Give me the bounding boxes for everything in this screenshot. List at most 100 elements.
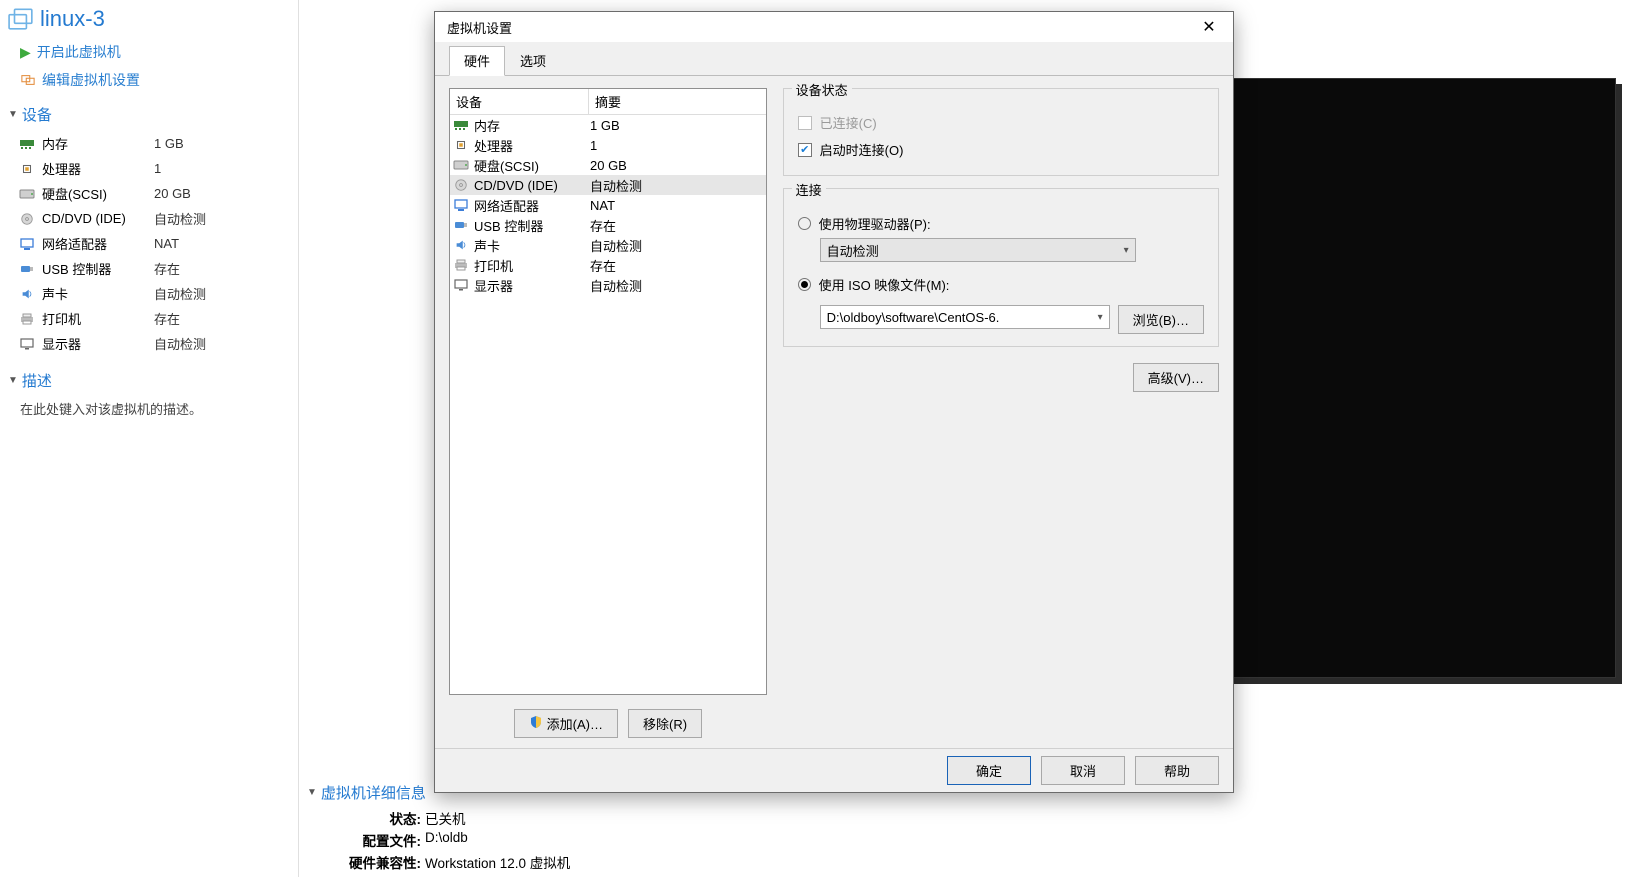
device-name: 硬盘(SCSI): [42, 184, 154, 203]
iso-path-combo[interactable]: D:\oldboy\software\CentOS-6. ▾: [820, 305, 1110, 329]
edit-settings-label: 编辑虚拟机设置: [42, 70, 140, 90]
device-value: 存在: [154, 259, 180, 278]
table-row-usb[interactable]: USB 控制器存在: [450, 215, 766, 235]
device-row-sound[interactable]: 声卡自动检测: [18, 281, 298, 306]
iso-file-radio-row[interactable]: 使用 ISO 映像文件(M):: [798, 270, 1204, 299]
advanced-row: 高级(V)…: [783, 359, 1219, 392]
device-name: 打印机: [472, 256, 588, 275]
devices-section-header[interactable]: ▼ 设备: [0, 94, 298, 129]
device-name: 网络适配器: [472, 196, 588, 215]
sound-icon: [18, 286, 36, 302]
add-device-button[interactable]: 添加(A)…: [514, 709, 618, 738]
vm-settings-dialog: 虚拟机设置 ✕ 硬件 选项 设备 摘要 内存1 GB处理器1硬盘(SCSI)20…: [434, 11, 1234, 793]
device-row-monitor[interactable]: 显示器自动检测: [18, 331, 298, 356]
table-row-disk[interactable]: 硬盘(SCSI)20 GB: [450, 155, 766, 175]
device-row-memory[interactable]: 内存1 GB: [18, 131, 298, 156]
device-value: 1: [154, 161, 161, 176]
cancel-button[interactable]: 取消: [1041, 756, 1125, 785]
browse-button[interactable]: 浏览(B)…: [1118, 305, 1204, 334]
advanced-button[interactable]: 高级(V)…: [1133, 363, 1219, 392]
table-row-sound[interactable]: 声卡自动检测: [450, 235, 766, 255]
dialog-tabs: 硬件 选项: [435, 42, 1233, 76]
iso-file-row: D:\oldboy\software\CentOS-6. ▾ 浏览(B)…: [820, 305, 1204, 334]
compat-value: Workstation 12.0 虚拟机: [425, 852, 570, 872]
device-row-cpu[interactable]: 处理器1: [18, 156, 298, 181]
memory-icon: [450, 118, 472, 132]
devices-header-label: 设备: [22, 104, 52, 125]
help-button[interactable]: 帮助: [1135, 756, 1219, 785]
play-icon: ▶: [20, 44, 31, 61]
table-row-memory[interactable]: 内存1 GB: [450, 115, 766, 135]
device-summary: 1 GB: [588, 118, 766, 133]
cd-icon: [450, 178, 472, 192]
physical-drive-radio[interactable]: [798, 217, 811, 230]
tab-options[interactable]: 选项: [505, 46, 561, 75]
monitor-icon: [18, 336, 36, 352]
net-icon: [18, 236, 36, 252]
device-value: NAT: [154, 236, 179, 251]
remove-button-label: 移除(R): [643, 714, 687, 733]
memory-icon: [18, 136, 36, 152]
connect-on-start-checkbox[interactable]: ✔: [798, 143, 812, 157]
col-device: 设备: [450, 89, 588, 114]
table-row-net[interactable]: 网络适配器NAT: [450, 195, 766, 215]
col-summary: 摘要: [588, 89, 766, 114]
connected-checkbox: [798, 116, 812, 130]
state-value: 已关机: [425, 808, 466, 828]
ok-button[interactable]: 确定: [947, 756, 1031, 785]
start-vm-action[interactable]: ▶ 开启此虚拟机: [0, 38, 298, 66]
description-section-header[interactable]: ▼ 描述: [0, 360, 298, 395]
device-row-usb[interactable]: USB 控制器存在: [18, 256, 298, 281]
description-placeholder[interactable]: 在此处键入对该虚拟机的描述。: [0, 395, 298, 418]
edit-vm-settings-action[interactable]: 编辑虚拟机设置: [0, 66, 298, 94]
device-name: 内存: [42, 134, 154, 153]
table-row-monitor[interactable]: 显示器自动检测: [450, 275, 766, 295]
caret-down-icon: ▼: [307, 787, 317, 798]
shield-icon: [529, 715, 543, 732]
vm-compat-row: 硬件兼容性: Workstation 12.0 虚拟机: [307, 851, 747, 873]
config-value: D:\oldb: [425, 830, 468, 850]
device-row-net[interactable]: 网络适配器NAT: [18, 231, 298, 256]
printer-icon: [450, 258, 472, 272]
physical-drive-label: 使用物理驱动器(P):: [819, 214, 931, 233]
iso-path-value: D:\oldboy\software\CentOS-6.: [827, 310, 1000, 325]
device-summary: 存在: [588, 256, 766, 275]
dialog-footer: 确定 取消 帮助: [435, 748, 1233, 792]
description-header-label: 描述: [22, 370, 52, 391]
device-row-disk[interactable]: 硬盘(SCSI)20 GB: [18, 181, 298, 206]
device-summary: 20 GB: [588, 158, 766, 173]
device-value: 1 GB: [154, 136, 184, 151]
vm-details-block: ▼ 虚拟机详细信息 状态: 已关机 配置文件: D:\oldb 硬件兼容性: W…: [307, 782, 747, 877]
device-value: 自动检测: [154, 334, 206, 353]
vm-icon: [8, 8, 34, 30]
iso-file-radio[interactable]: [798, 278, 811, 291]
device-table[interactable]: 设备 摘要 内存1 GB处理器1硬盘(SCSI)20 GBCD/DVD (IDE…: [449, 88, 767, 695]
device-name: CD/DVD (IDE): [42, 211, 154, 226]
device-settings-pane: 设备状态 已连接(C) ✔ 启动时连接(O) 连接 使用物理驱动器(P):: [783, 88, 1219, 750]
tab-hardware[interactable]: 硬件: [449, 46, 505, 76]
device-name: USB 控制器: [42, 259, 154, 278]
device-name: 声卡: [472, 236, 588, 255]
physical-drive-combo: 自动检测 ▾: [820, 238, 1136, 262]
connect-on-start-row[interactable]: ✔ 启动时连接(O): [798, 136, 1204, 163]
connected-checkbox-row: 已连接(C): [798, 109, 1204, 136]
table-row-cd[interactable]: CD/DVD (IDE)自动检测: [450, 175, 766, 195]
remove-device-button[interactable]: 移除(R): [628, 709, 702, 738]
monitor-icon: [450, 278, 472, 292]
connected-label: 已连接(C): [820, 113, 877, 132]
device-value: 自动检测: [154, 284, 206, 303]
close-icon: ✕: [1202, 17, 1215, 37]
dialog-titlebar[interactable]: 虚拟机设置 ✕: [435, 12, 1233, 42]
state-label: 状态:: [343, 808, 421, 828]
close-button[interactable]: ✕: [1191, 15, 1227, 39]
device-list-pane: 设备 摘要 内存1 GB处理器1硬盘(SCSI)20 GBCD/DVD (IDE…: [449, 88, 767, 750]
physical-drive-radio-row[interactable]: 使用物理驱动器(P):: [798, 209, 1204, 238]
table-row-printer[interactable]: 打印机存在: [450, 255, 766, 275]
device-row-printer[interactable]: 打印机存在: [18, 306, 298, 331]
table-row-cpu[interactable]: 处理器1: [450, 135, 766, 155]
device-name: 打印机: [42, 309, 154, 328]
device-name: 处理器: [42, 159, 154, 178]
disk-icon: [18, 186, 36, 202]
device-name: 网络适配器: [42, 234, 154, 253]
device-row-cd[interactable]: CD/DVD (IDE)自动检测: [18, 206, 298, 231]
